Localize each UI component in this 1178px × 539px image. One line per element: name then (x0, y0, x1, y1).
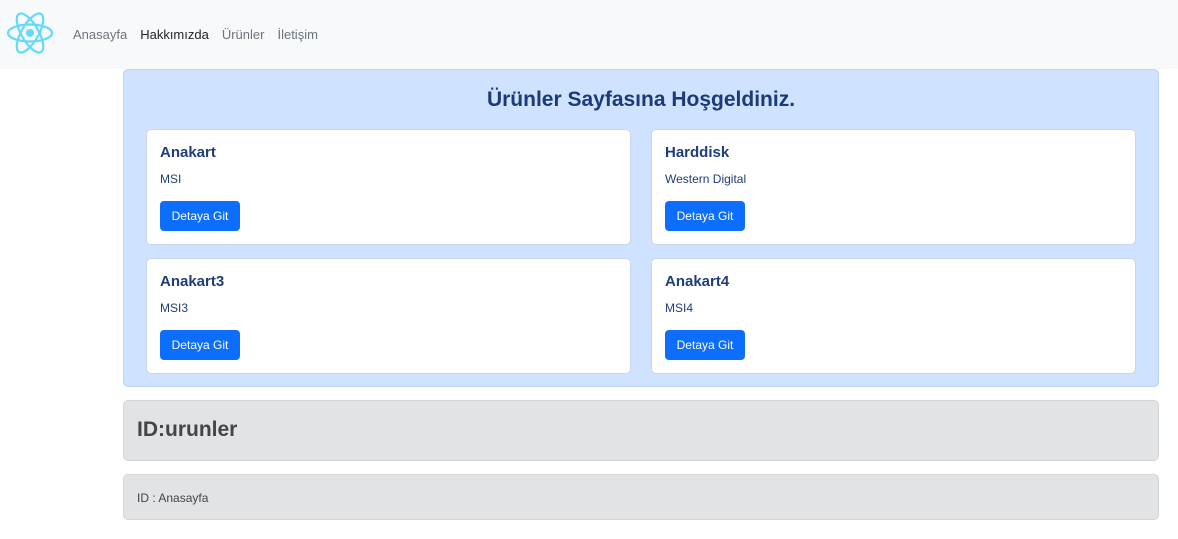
product-card: Harddisk Western Digital Detaya Git (651, 129, 1136, 245)
react-atom-icon[interactable] (6, 11, 54, 55)
id-panel: ID:urunler (123, 400, 1159, 461)
id-footer-text: ID : Anasayfa (137, 491, 209, 505)
nav-link-iletisim[interactable]: İletişim (277, 27, 317, 43)
detail-button[interactable]: Detaya Git (665, 201, 745, 231)
navbar: Anasayfa Hakkımızda Ürünler İletişim (0, 0, 1178, 69)
product-card-brand: MSI3 (160, 301, 189, 315)
id-footer-panel: ID : Anasayfa (123, 474, 1159, 520)
detail-button[interactable]: Detaya Git (665, 330, 745, 360)
nav-link-urunler[interactable]: Ürünler (222, 27, 265, 43)
product-card-title: Anakart3 (160, 273, 225, 290)
product-card-brand: MSI4 (665, 301, 694, 315)
product-card-title: Anakart4 (665, 273, 730, 290)
product-card: Anakart4 MSI4 Detaya Git (651, 258, 1136, 374)
products-welcome-title: Ürünler Sayfasına Hoşgeldiniz. (486, 88, 796, 111)
nav-link-anasayfa[interactable]: Anasayfa (73, 27, 127, 43)
id-heading: ID:urunler (137, 418, 238, 441)
product-card-title: Anakart (160, 144, 216, 161)
product-card-title: Harddisk (665, 144, 730, 161)
detail-button[interactable]: Detaya Git (160, 330, 240, 360)
detail-button[interactable]: Detaya Git (160, 201, 240, 231)
nav-link-hakkimizda[interactable]: Hakkımızda (140, 27, 209, 43)
product-card: Anakart MSI Detaya Git (146, 129, 631, 245)
nav-links: Anasayfa Hakkımızda Ürünler İletişim (73, 27, 331, 43)
products-panel: Ürünler Sayfasına Hoşgeldiniz. Anakart M… (123, 69, 1159, 387)
product-card-brand: MSI (160, 172, 182, 186)
product-card: Anakart3 MSI3 Detaya Git (146, 258, 631, 374)
product-card-brand: Western Digital (665, 172, 747, 186)
